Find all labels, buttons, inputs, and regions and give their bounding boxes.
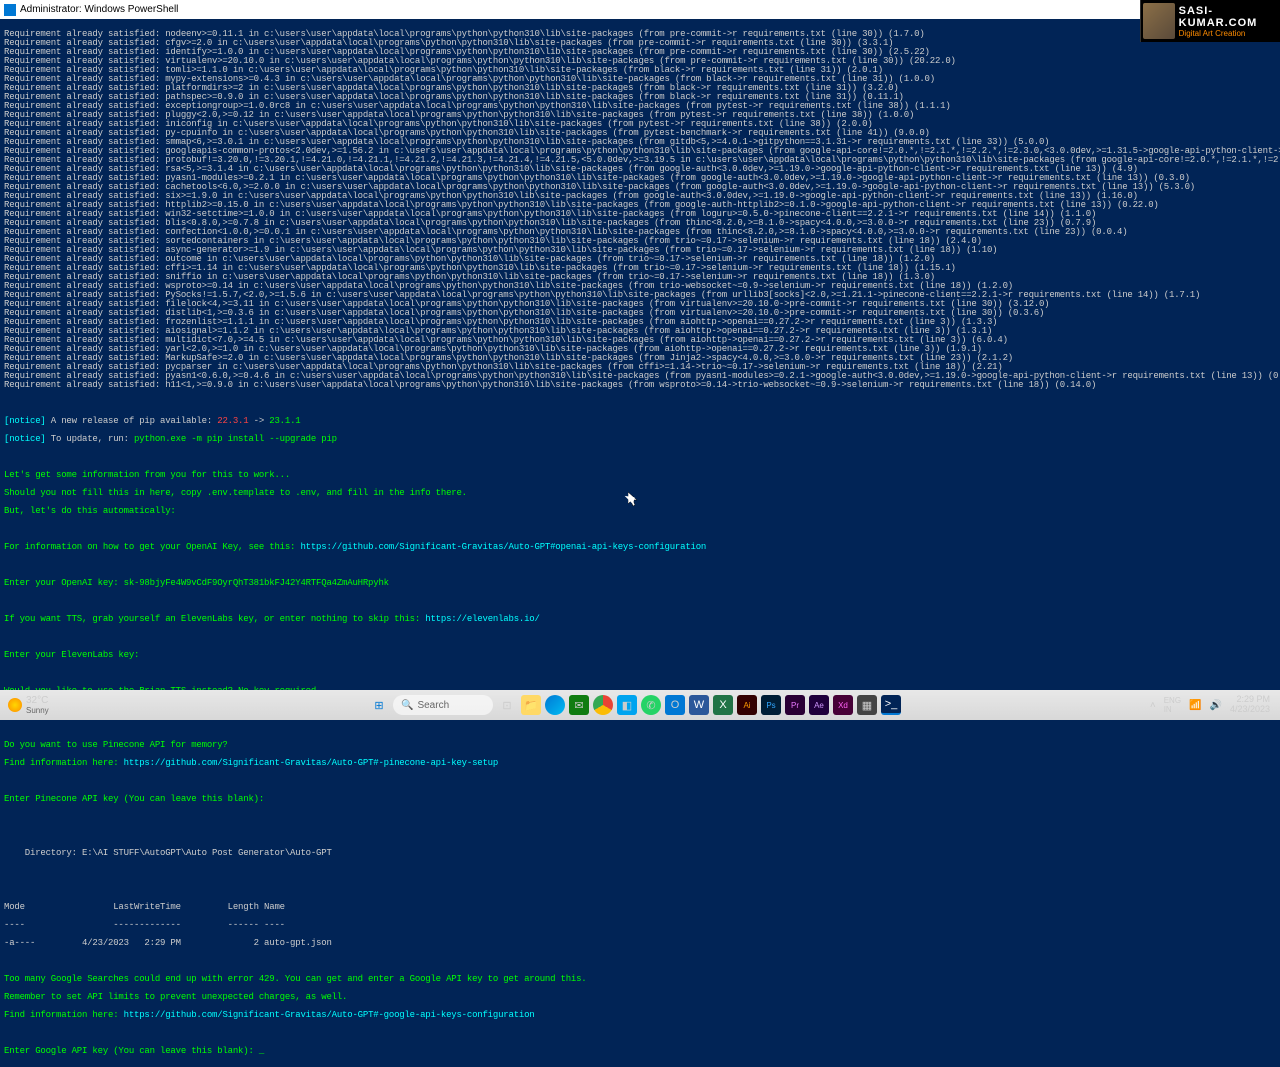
chrome-icon[interactable] <box>593 695 613 715</box>
task-view-icon[interactable]: ⊡ <box>497 695 517 715</box>
directory-path: Directory: E:\AI STUFF\AutoGPT\Auto Post… <box>4 849 1276 858</box>
taskbar-clock[interactable]: 2:29 PM 4/23/2023 <box>1230 695 1270 715</box>
adobe-xd-icon[interactable]: Xd <box>833 695 853 715</box>
search-icon: 🔍 <box>401 700 413 711</box>
pinecone-link[interactable]: https://github.com/Significant-Gravitas/… <box>124 758 498 768</box>
weather-icon <box>8 698 22 712</box>
setup-intro-1: Let's get some information from you for … <box>4 471 1276 480</box>
app-icon-2[interactable]: ◧ <box>617 695 637 715</box>
explorer-icon[interactable]: 📁 <box>521 695 541 715</box>
avatar <box>1143 3 1175 39</box>
adobe-ps-icon[interactable]: Ps <box>761 695 781 715</box>
outlook-icon[interactable]: O <box>665 695 685 715</box>
dir-table-row: -a---- 4/23/2023 2:29 PM 2 auto-gpt.json <box>4 939 1276 948</box>
app-icon-3[interactable]: ▦ <box>857 695 877 715</box>
adobe-pr-icon[interactable]: Pr <box>785 695 805 715</box>
tray-language[interactable]: ENGIN <box>1164 696 1181 714</box>
brand-watermark: SASI-KUMAR.COM Digital Art Creation <box>1140 0 1280 42</box>
window-titlebar: Administrator: Windows PowerShell ─ ☐ ✕ <box>0 0 1280 19</box>
openai-link[interactable]: https://github.com/Significant-Gravitas/… <box>300 542 706 552</box>
google-api-prompt: Enter Google API key (You can leave this… <box>4 1047 1276 1056</box>
tray-chevron-icon[interactable]: ˄ <box>1150 700 1156 711</box>
whatsapp-icon[interactable]: ✆ <box>641 695 661 715</box>
wifi-icon[interactable]: 📶 <box>1189 700 1201 711</box>
taskbar-search[interactable]: 🔍 Search <box>393 695 493 715</box>
setup-intro-3: But, let's do this automatically: <box>4 507 1276 516</box>
adobe-ae-icon[interactable]: Ae <box>809 695 829 715</box>
window-title: Administrator: Windows PowerShell <box>20 4 178 15</box>
app-icon-1[interactable]: ✉ <box>569 695 589 715</box>
excel-icon[interactable]: X <box>713 695 733 715</box>
adobe-ai-icon[interactable]: Ai <box>737 695 757 715</box>
powershell-taskbar-icon[interactable]: >_ <box>881 695 901 715</box>
taskbar-weather[interactable]: 32°C Sunny <box>0 695 130 715</box>
volume-icon[interactable]: 🔊 <box>1210 700 1222 711</box>
setup-intro-2: Should you not fill this in here, copy .… <box>4 489 1276 498</box>
edge-icon[interactable] <box>545 695 565 715</box>
openai-key-prompt: Enter your OpenAI key: sk-98bjyFe4W9vCdF… <box>4 579 1276 588</box>
windows-taskbar[interactable]: 32°C Sunny ⊞ 🔍 Search ⊡ 📁 ✉ ◧ ✆ O W X Ai… <box>0 690 1280 720</box>
terminal-output[interactable]: Requirement already satisfied: nodeenv>=… <box>0 19 1280 1067</box>
elevenlabs-link[interactable]: https://elevenlabs.io/ <box>425 614 539 624</box>
pinecone-prompt: Enter Pinecone API key (You can leave th… <box>4 795 1276 804</box>
brand-name: SASI-KUMAR.COM <box>1179 5 1278 29</box>
word-icon[interactable]: W <box>689 695 709 715</box>
dir-table-header: Mode LastWriteTime Length Name <box>4 903 1276 912</box>
brand-tagline: Digital Art Creation <box>1179 29 1278 38</box>
start-button[interactable]: ⊞ <box>369 695 389 715</box>
requirement-line: Requirement already satisfied: h11<1,>=0… <box>4 381 1276 390</box>
powershell-icon <box>4 4 16 16</box>
google-api-link[interactable]: https://github.com/Significant-Gravitas/… <box>124 1010 535 1020</box>
elevenlabs-prompt: Enter your ElevenLabs key: <box>4 651 1276 660</box>
notice-label: [notice] <box>4 416 46 426</box>
